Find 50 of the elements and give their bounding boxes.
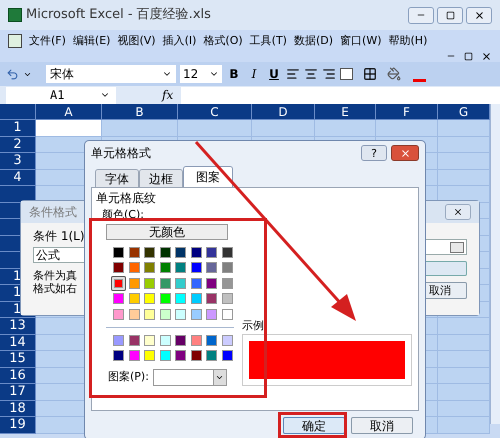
menu-item[interactable]: 插入(I) xyxy=(162,32,196,50)
row-header[interactable]: 2 xyxy=(0,136,36,153)
description-text: 格式如右 xyxy=(33,282,78,295)
cancel-button[interactable]: 取消 xyxy=(351,417,413,434)
dialog-title: 单元格格式 xyxy=(91,145,151,162)
row-header[interactable]: 4 xyxy=(0,170,36,186)
row-header[interactable]: 13 xyxy=(0,318,36,334)
no-color-button[interactable]: 无颜色 xyxy=(106,224,228,240)
name-box[interactable]: A1 xyxy=(6,86,116,104)
ok-button[interactable]: 确定 xyxy=(283,417,345,434)
pattern-label: 图案(P): xyxy=(108,369,149,386)
sample-label: 示例 xyxy=(242,318,264,334)
function-label[interactable]: fx xyxy=(162,86,174,104)
dialog-title: 条件格式 xyxy=(29,204,77,221)
menu-item[interactable]: 工具(T) xyxy=(250,32,287,50)
menu-item[interactable]: 帮助(H) xyxy=(388,32,428,50)
column-header[interactable]: D xyxy=(252,104,315,120)
row-header[interactable]: 1 xyxy=(0,120,36,136)
column-header[interactable]: G xyxy=(438,104,490,120)
italic-button[interactable]: I xyxy=(246,65,262,83)
row-header[interactable]: 15 xyxy=(0,351,36,368)
description-text: 条件为真 xyxy=(33,269,78,282)
window-title: Microsoft Excel - 百度经验.xls xyxy=(26,6,211,24)
menu-item[interactable]: 窗口(W) xyxy=(340,32,382,50)
row-header[interactable]: 3 xyxy=(0,153,36,170)
tab[interactable]: 图案 xyxy=(183,166,233,187)
section-title: 单元格底纹 xyxy=(96,190,156,207)
column-header[interactable]: B xyxy=(102,104,178,120)
menu-item[interactable]: 数据(D) xyxy=(294,32,334,50)
row-header[interactable]: 17 xyxy=(0,384,36,400)
tab[interactable]: 边框 xyxy=(139,169,183,187)
help-button[interactable]: ? xyxy=(361,145,387,161)
column-header[interactable]: F xyxy=(376,104,438,120)
row-header[interactable]: 16 xyxy=(0,368,36,384)
condition-label: 条件 1(L) xyxy=(33,228,86,245)
bold-button[interactable]: B xyxy=(226,65,242,83)
row-header[interactable]: 19 xyxy=(0,417,36,434)
menu-item[interactable]: 文件(F) xyxy=(29,32,66,50)
row-header[interactable]: 14 xyxy=(0,334,36,351)
column-header[interactable]: A xyxy=(36,104,102,120)
column-header[interactable]: C xyxy=(178,104,252,120)
tab[interactable]: 字体 xyxy=(95,169,139,187)
font-size-field[interactable]: 12 xyxy=(180,65,222,83)
row-header[interactable]: 18 xyxy=(0,400,36,417)
font-field[interactable]: 宋体 xyxy=(46,65,176,83)
menu-item[interactable]: 视图(V) xyxy=(117,32,156,50)
underline-button[interactable]: U xyxy=(266,65,282,83)
menu-item[interactable]: 格式(O) xyxy=(203,32,243,50)
menu-item[interactable]: 编辑(E) xyxy=(72,32,110,50)
column-header[interactable]: E xyxy=(315,104,376,120)
